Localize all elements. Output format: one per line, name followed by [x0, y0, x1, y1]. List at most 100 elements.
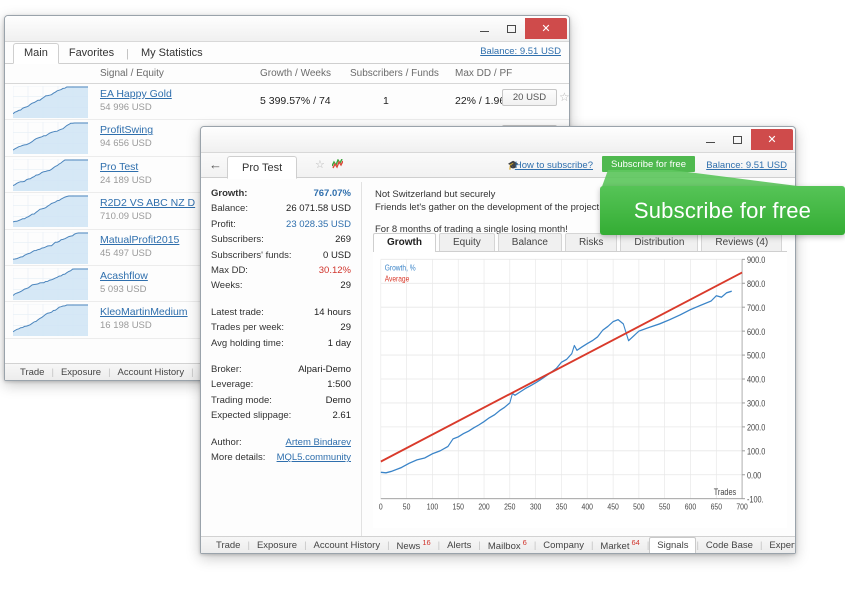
status-tab-exposure[interactable]: Exposure: [250, 540, 304, 551]
status-badge: 6: [523, 538, 527, 547]
signal-name-link[interactable]: Acashflow: [100, 270, 148, 282]
maximize-button[interactable]: [498, 18, 525, 39]
svg-text:550: 550: [659, 502, 670, 512]
stat-value: 30.12%: [319, 263, 351, 278]
svg-text:200.0: 200.0: [747, 422, 766, 433]
minimize-button[interactable]: [471, 18, 498, 39]
subscribe-callout[interactable]: Subscribe for free: [600, 170, 845, 236]
status-tab-mailbox[interactable]: Mailbox6: [481, 538, 534, 552]
svg-text:Growth, %: Growth, %: [385, 263, 416, 273]
back-window-controls: ✕: [471, 18, 567, 39]
signal-name-link[interactable]: EA Happy Gold: [100, 88, 172, 100]
signal-name-link[interactable]: Pro Test: [100, 161, 138, 173]
stat-row: Subscribers:269: [211, 232, 351, 247]
how-to-subscribe-link[interactable]: How to subscribe?: [515, 160, 593, 171]
svg-text:200: 200: [478, 502, 489, 512]
chart-tab-growth[interactable]: Growth: [373, 233, 436, 252]
svg-text:450: 450: [607, 502, 618, 512]
front-close-button[interactable]: ✕: [751, 129, 793, 150]
signal-sparkline: [13, 268, 88, 300]
status-tab-experts[interactable]: Experts: [762, 540, 795, 551]
chart-icon[interactable]: [332, 159, 343, 172]
svg-text:400.0: 400.0: [747, 374, 766, 385]
stat-label: Author:: [211, 435, 242, 450]
front-maximize-button[interactable]: [724, 129, 751, 150]
stat-value: 0 USD: [323, 248, 351, 263]
chart-tab-balance[interactable]: Balance: [498, 233, 562, 251]
signal-name-link[interactable]: R2D2 VS ABC NZ D: [100, 197, 195, 209]
stat-value: 14 hours: [314, 305, 351, 320]
stat-value: 767.07%: [313, 186, 351, 201]
status-tab-code-base[interactable]: Code Base: [699, 540, 760, 551]
svg-text:150: 150: [453, 502, 464, 512]
status-tab-company[interactable]: Company: [536, 540, 591, 551]
svg-text:650: 650: [711, 502, 722, 512]
stat-row: Max DD: 30.12%: [211, 263, 351, 278]
status-badge: 64: [631, 538, 639, 547]
svg-text:900.0: 900.0: [747, 254, 766, 265]
stat-value[interactable]: Artem Bindarev: [286, 435, 351, 450]
tab-favorites[interactable]: Favorites: [59, 44, 124, 63]
signal-equity: 94 656 USD: [100, 138, 152, 149]
svg-text:300: 300: [530, 502, 541, 512]
signal-sparkline: [13, 86, 88, 118]
signal-stats-panel: Growth:767.07%Balance:26 071.58 USDProfi…: [211, 186, 351, 466]
stat-value: 2.61: [333, 408, 352, 423]
tab-main[interactable]: Main: [13, 43, 59, 64]
front-window-controls: ✕: [697, 129, 793, 150]
signal-sparkline: [13, 195, 88, 227]
svg-text:50: 50: [403, 502, 411, 512]
stat-label: Subscribers' funds:: [211, 248, 292, 263]
table-row[interactable]: EA Happy Gold54 996 USD5 399.57% / 74122…: [5, 84, 569, 120]
svg-text:500.0: 500.0: [747, 350, 766, 361]
status-tab-trade[interactable]: Trade: [209, 540, 247, 551]
close-button[interactable]: ✕: [525, 18, 567, 39]
stat-row: Subscribers' funds: 0 USD: [211, 248, 351, 263]
balance-link[interactable]: Balance: 9.51 USD: [480, 46, 561, 57]
chart-tab-equity[interactable]: Equity: [439, 233, 495, 251]
status-tab-alerts[interactable]: Alerts: [440, 540, 478, 551]
signal-name-link[interactable]: KleoMartinMedium: [100, 306, 188, 318]
front-window-statusbar: Trade|Exposure|Account History|News16|Al…: [201, 536, 795, 553]
status-tab-market[interactable]: Market64: [593, 538, 646, 552]
stat-row: Leverage:1:500: [211, 377, 351, 392]
signal-equity: 54 996 USD: [100, 102, 152, 113]
svg-text:0: 0: [379, 502, 383, 512]
stat-label: Max DD:: [211, 263, 248, 278]
front-minimize-button[interactable]: [697, 129, 724, 150]
favorite-star-icon[interactable]: ☆: [559, 91, 569, 103]
stat-group-gap: [211, 424, 351, 435]
signal-name-link[interactable]: MatualProfit2015: [100, 234, 179, 246]
svg-text:700: 700: [736, 502, 747, 512]
stat-label: Weeks:: [211, 278, 243, 293]
svg-text:350: 350: [556, 502, 567, 512]
stat-label: Avg holding time:: [211, 336, 284, 351]
stat-group-gap: [211, 294, 351, 305]
back-window-titlebar[interactable]: ✕: [5, 16, 569, 42]
back-arrow-icon[interactable]: ←: [209, 158, 222, 172]
signals-column-header: Signal / Equity Growth / Weeks Subscribe…: [5, 64, 569, 84]
status-tab-account-history[interactable]: Account History: [307, 540, 388, 551]
stat-row: Trades per week:29: [211, 320, 351, 335]
stat-label: More details:: [211, 450, 265, 465]
tab-my-statistics[interactable]: My Statistics: [131, 44, 213, 63]
signal-price-button[interactable]: 20 USD: [502, 89, 557, 106]
status-badge: 16: [422, 538, 430, 547]
status-tab-exposure[interactable]: Exposure: [54, 367, 108, 378]
stat-value: Demo: [326, 393, 351, 408]
growth-chart[interactable]: -100.0.00100.0200.0300.0400.0500.0600.07…: [373, 252, 787, 528]
signal-name-tab[interactable]: Pro Test: [227, 156, 297, 179]
stat-label: Profit:: [211, 217, 236, 232]
signal-name-link[interactable]: ProfitSwing: [100, 124, 153, 136]
favorite-star-icon[interactable]: ☆: [315, 159, 325, 172]
status-tab-signals[interactable]: Signals: [649, 537, 696, 554]
stat-row: Growth:767.07%: [211, 186, 351, 201]
column-signal-equity: Signal / Equity: [100, 68, 164, 79]
status-tab-news[interactable]: News16: [390, 538, 438, 552]
front-window-titlebar[interactable]: ✕: [201, 127, 795, 153]
stat-label: Trading mode:: [211, 393, 272, 408]
status-tab-account-history[interactable]: Account History: [111, 367, 192, 378]
callout-label[interactable]: Subscribe for free: [600, 186, 845, 235]
status-tab-trade[interactable]: Trade: [13, 367, 51, 378]
stat-value[interactable]: MQL5.community: [277, 450, 351, 465]
